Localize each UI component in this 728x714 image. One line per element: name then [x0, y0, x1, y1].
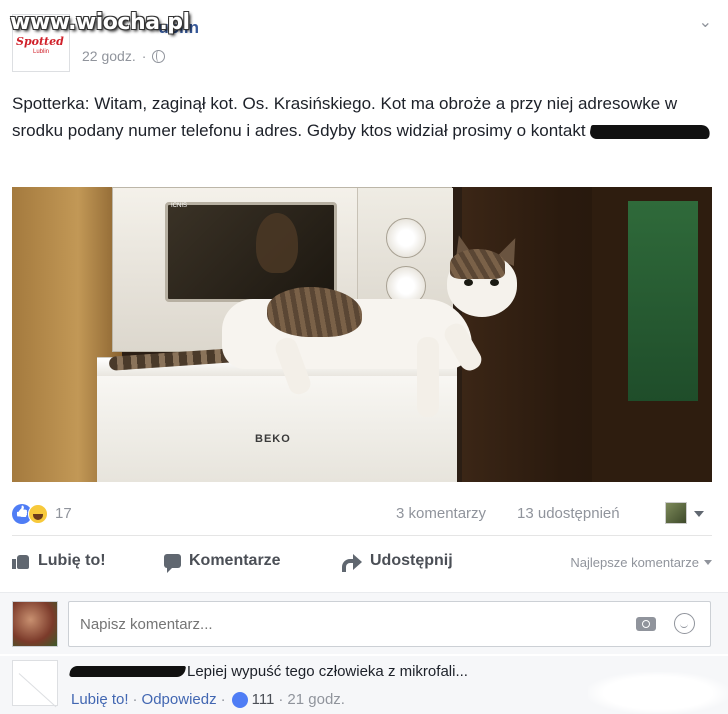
separator-dot: ·: [220, 691, 226, 708]
page-logo-sub: Lublin: [33, 49, 50, 55]
redacted-contact: [589, 124, 712, 139]
post-photo[interactable]: ICNIS BEKO: [12, 187, 712, 482]
divider: [12, 535, 712, 536]
separator-dot: ·: [278, 691, 284, 708]
share-button[interactable]: Udostępnij: [342, 552, 453, 572]
separator-dot: ·: [132, 691, 138, 708]
comment-button[interactable]: Komentarze: [164, 552, 281, 573]
fridge-brand: BEKO: [255, 433, 291, 445]
globe-icon: [152, 49, 166, 63]
comment-time[interactable]: 21 godz.: [287, 691, 345, 708]
post-text: Spotterka: Witam, zaginął kot. Os. Krasi…: [12, 90, 712, 144]
watermark: www.wiocha.pl: [10, 10, 190, 35]
emoji-icon[interactable]: [674, 613, 695, 634]
cat-head-patch: [450, 249, 505, 279]
separator-dot: ·: [141, 48, 147, 64]
post-time[interactable]: 22 godz.: [82, 48, 136, 64]
photo-green-panel: [628, 201, 698, 401]
comment-like-link[interactable]: Lubię to!: [71, 691, 129, 708]
share-label: Udostępnij: [370, 552, 453, 569]
comment-body: Lepiej wypuść tego człowieka z mikrofali…: [187, 663, 468, 680]
comment-input[interactable]: [68, 601, 711, 647]
redacted-commenter-name: [68, 666, 187, 677]
microwave-brand: ICNIS: [171, 203, 188, 209]
share-icon: [342, 554, 362, 572]
comment-composer: [0, 592, 728, 654]
shares-count[interactable]: 13 udostępnień: [517, 505, 620, 522]
blur-patch: [588, 672, 728, 714]
comment-label: Komentarze: [189, 552, 281, 569]
actions-row: Lubię to! Komentarze Udostępnij Najlepsz…: [12, 548, 712, 578]
microwave-reflection: [256, 213, 298, 273]
user-avatar[interactable]: [12, 601, 58, 647]
comment-actions: Lubię to! · Odpowiedz · 111 · 21 godz.: [71, 691, 345, 708]
microwave-dial: [386, 218, 426, 258]
chevron-down-icon: [704, 560, 712, 565]
viewer-avatar[interactable]: [665, 502, 687, 524]
commenter-avatar[interactable]: [12, 660, 58, 706]
comments-count[interactable]: 3 komentarzy: [396, 505, 486, 522]
like-button[interactable]: Lubię to!: [12, 552, 106, 570]
like-label: Lubię to!: [38, 552, 106, 569]
comment-like-count[interactable]: 111: [252, 691, 275, 708]
cat-leg: [417, 337, 439, 417]
haha-reaction-icon[interactable]: [28, 504, 48, 524]
camera-icon[interactable]: [636, 617, 656, 631]
sort-label: Najlepsze komentarze: [570, 555, 699, 570]
page-logo-text: Spotted: [16, 35, 64, 48]
comment-text: Lepiej wypuść tego człowieka z mikrofali…: [68, 663, 468, 680]
cat-patch: [267, 287, 362, 337]
caret-down-icon[interactable]: [694, 511, 704, 517]
post-meta: 22 godz. ·: [82, 48, 166, 64]
comment-icon: [164, 554, 181, 573]
chevron-down-icon[interactable]: ⌄: [699, 12, 712, 32]
like-reaction-icon[interactable]: [231, 691, 248, 708]
reactions-row: 17 3 komentarzy 13 udostępnień: [12, 500, 712, 528]
sort-comments-dropdown[interactable]: Najlepsze komentarze: [570, 555, 712, 570]
photo-fridge: BEKO: [97, 357, 457, 482]
thumbs-up-icon: [12, 553, 30, 569]
cat-eye: [464, 279, 473, 286]
post-body: Spotterka: Witam, zaginął kot. Os. Krasi…: [12, 94, 678, 140]
cat-eye: [490, 279, 499, 286]
reaction-count[interactable]: 17: [55, 505, 72, 522]
comment-reply-link[interactable]: Odpowiedz: [142, 691, 217, 708]
